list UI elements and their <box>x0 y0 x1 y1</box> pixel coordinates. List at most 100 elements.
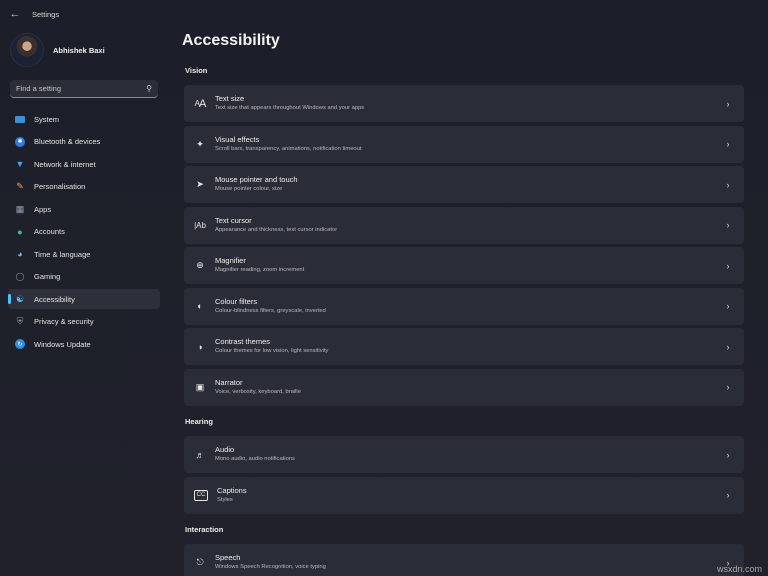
sidebar-item-windows-update[interactable]: ↻ Windows Update <box>8 334 160 354</box>
section-title-interaction: Interaction <box>185 525 224 534</box>
gamepad-icon: ◯ <box>15 272 25 281</box>
bluetooth-icon: ✱ <box>15 136 25 147</box>
colour-filters-icon: ◐ <box>197 301 203 311</box>
page-title: Accessibility <box>182 32 280 49</box>
card-subtitle: Scroll bars, transparency, animations, n… <box>215 145 362 152</box>
card-contrast-themes[interactable]: ◑ Contrast themes Colour themes for low … <box>184 328 744 365</box>
sidebar-item-privacy-security[interactable]: ⛨ Privacy & security <box>8 312 160 332</box>
sidebar-item-label: Time & language <box>34 249 91 259</box>
chevron-right-icon: › <box>726 179 730 190</box>
card-subtitle: Mouse pointer colour, size <box>215 186 283 192</box>
update-icon: ↻ <box>15 339 25 349</box>
card-title: Visual effects <box>215 134 260 144</box>
card-title: Audio <box>215 445 235 454</box>
search-box[interactable]: ⚲ <box>10 80 158 98</box>
title-bar: ← Settings <box>0 0 768 28</box>
sidebar-item-label: Accessibility <box>34 294 75 304</box>
card-visual-effects[interactable]: ✦ Visual effects Scroll bars, transparen… <box>184 125 744 163</box>
search-input[interactable] <box>16 84 147 93</box>
profile[interactable]: Abhishek Baxi <box>10 32 105 68</box>
sidebar-item-apps[interactable]: ▦ Apps <box>8 199 160 219</box>
globe-clock-icon: ◕ <box>17 249 23 259</box>
sidebar: Abhishek Baxi ⚲ System ✱ Bluetooth & dev… <box>0 28 168 576</box>
sparkle-icon: ✦ <box>196 138 204 149</box>
person-icon: ● <box>17 226 23 237</box>
settings-window: ← Settings Abhishek Baxi ⚲ System ✱ Blue… <box>0 0 768 576</box>
sidebar-item-bluetooth[interactable]: ✱ Bluetooth & devices <box>8 132 160 152</box>
sidebar-item-system[interactable]: System <box>8 109 160 129</box>
sidebar-item-accessibility[interactable]: ☯ Accessibility <box>8 289 160 309</box>
card-subtitle: Styles <box>217 496 233 503</box>
card-audio[interactable]: ♬ Audio Mono audio, audio notifications … <box>184 436 744 473</box>
chevron-right-icon: › <box>726 490 730 500</box>
card-title: Text size <box>215 94 245 103</box>
speaker-icon: ♬ <box>195 449 205 460</box>
microphone-icon: ⎋ <box>196 557 204 567</box>
card-title: Mouse pointer and touch <box>215 175 298 184</box>
shield-icon: ⛨ <box>16 316 24 326</box>
text-cursor-icon: |Ab <box>194 220 206 230</box>
app-title: Settings <box>32 9 60 19</box>
chevron-right-icon: › <box>726 341 730 352</box>
sidebar-item-label: Gaming <box>34 272 61 281</box>
sidebar-item-time-language[interactable]: ◕ Time & language <box>8 244 160 264</box>
card-title: Captions <box>217 485 247 495</box>
captions-icon: CC <box>194 489 208 501</box>
card-subtitle: Appearance and thickness, text cursor in… <box>215 226 338 233</box>
card-title: Narrator <box>215 377 243 387</box>
card-speech[interactable]: ⎋ Speech Windows Speech Recognition, voi… <box>184 544 744 576</box>
sidebar-item-label: Accounts <box>34 227 65 236</box>
chevron-right-icon: › <box>726 98 730 109</box>
card-title: Text cursor <box>215 215 252 225</box>
chevron-right-icon: › <box>726 139 730 149</box>
chevron-right-icon: › <box>726 301 730 311</box>
paintbrush-icon: ✎ <box>16 181 24 191</box>
sidebar-item-network[interactable]: ▼ Network & internet <box>8 154 160 174</box>
chevron-right-icon: › <box>726 382 730 392</box>
wifi-icon: ▼ <box>15 159 25 169</box>
section-title-hearing: Hearing <box>185 417 213 426</box>
card-title: Contrast themes <box>215 337 271 346</box>
card-captions[interactable]: CC Captions Styles › <box>184 476 744 514</box>
back-arrow-icon[interactable]: ← <box>4 3 26 25</box>
contrast-icon: ◑ <box>197 341 203 352</box>
card-mouse-pointer[interactable]: ➤ Mouse pointer and touch Mouse pointer … <box>184 166 744 203</box>
card-subtitle: Colour themes for low vision, light sens… <box>215 348 329 354</box>
card-colour-filters[interactable]: ◐ Colour filters Colour-blindness filter… <box>184 287 744 325</box>
card-subtitle: Windows Speech Recognition, voice typing <box>215 564 326 570</box>
sidebar-item-label: System <box>34 114 60 124</box>
card-subtitle: Magnifier reading, zoom increment <box>215 267 305 273</box>
card-title: Colour filters <box>215 296 258 306</box>
sidebar-item-personalisation[interactable]: ✎ Personalisation <box>8 177 160 197</box>
card-narrator[interactable]: ▣ Narrator Voice, verbosity, keyboard, b… <box>184 368 744 406</box>
text-size-icon: AA <box>194 97 207 110</box>
chevron-right-icon: › <box>726 449 730 460</box>
card-title: Speech <box>215 553 241 562</box>
sidebar-item-label: Privacy & security <box>34 317 94 326</box>
apps-icon: ▦ <box>15 203 25 214</box>
card-subtitle: Voice, verbosity, keyboard, braille <box>215 388 301 395</box>
monitor-icon <box>15 115 25 123</box>
chevron-right-icon: › <box>726 260 730 271</box>
sidebar-item-label: Network & internet <box>34 159 96 169</box>
sidebar-item-gaming[interactable]: ◯ Gaming <box>8 267 160 287</box>
sidebar-item-label: Bluetooth & devices <box>34 137 101 146</box>
card-subtitle: Mono audio, audio notifications <box>215 456 295 462</box>
card-text-cursor[interactable]: |Ab Text cursor Appearance and thickness… <box>184 206 744 244</box>
card-title: Magnifier <box>215 256 246 265</box>
search-icon[interactable]: ⚲ <box>146 84 152 93</box>
avatar[interactable] <box>10 33 44 67</box>
sidebar-item-label: Windows Update <box>34 339 91 349</box>
main-content: Accessibility Vision AA Text size Text s… <box>176 28 768 576</box>
magnifier-icon: ⊕ <box>196 260 204 270</box>
card-magnifier[interactable]: ⊕ Magnifier Magnifier reading, zoom incr… <box>184 247 744 284</box>
sidebar-item-accounts[interactable]: ● Accounts <box>8 222 160 242</box>
chevron-right-icon: › <box>726 220 730 230</box>
narrator-icon: ▣ <box>195 381 205 392</box>
card-text-size[interactable]: AA Text size Text size that appears thro… <box>184 85 744 122</box>
profile-name: Abhishek Baxi <box>53 45 105 55</box>
watermark: wsxdn.com <box>716 564 762 574</box>
accessibility-icon: ☯ <box>15 293 25 304</box>
card-subtitle: Text size that appears throughout Window… <box>215 105 365 111</box>
sidebar-item-label: Personalisation <box>34 182 86 191</box>
